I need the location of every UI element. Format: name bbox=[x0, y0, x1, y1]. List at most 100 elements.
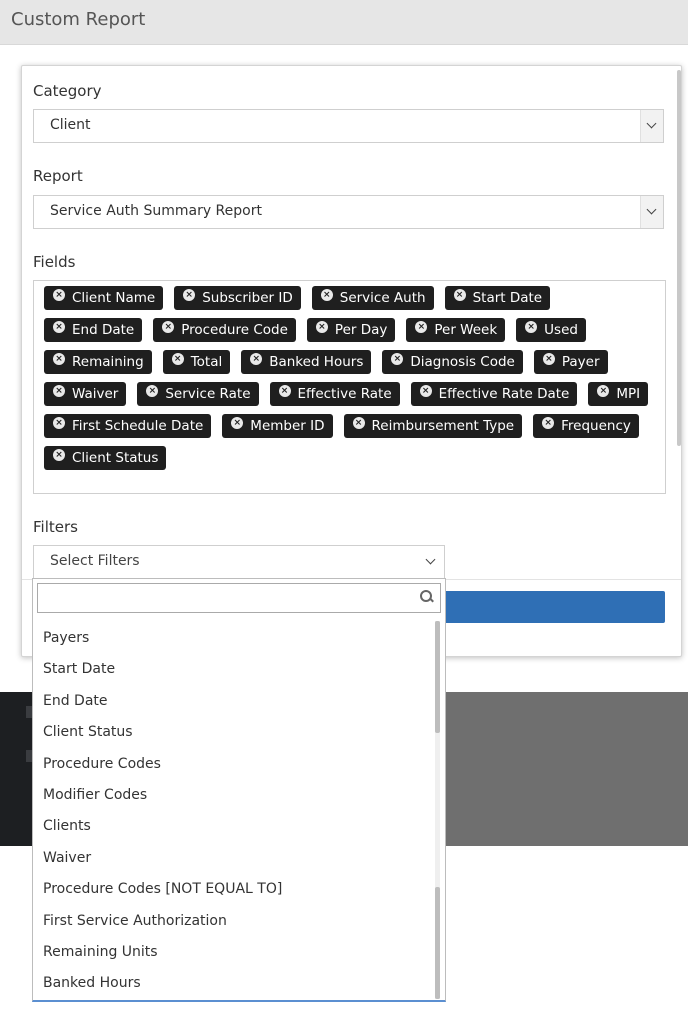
field-tag-label: Waiver bbox=[72, 386, 119, 402]
close-circle-icon[interactable]: × bbox=[419, 385, 432, 397]
close-circle-icon[interactable]: × bbox=[53, 289, 65, 301]
report-value: Service Auth Summary Report bbox=[50, 203, 262, 219]
close-circle-icon[interactable]: × bbox=[542, 353, 555, 365]
field-tag: × Used bbox=[516, 318, 586, 342]
field-tag-label: Per Day bbox=[334, 322, 388, 338]
field-tag-label: Client Status bbox=[72, 450, 159, 466]
field-tag: × Reimbursement Type bbox=[343, 414, 523, 438]
filter-option[interactable]: First Service Authorization bbox=[33, 906, 433, 937]
close-circle-icon[interactable]: × bbox=[146, 385, 159, 397]
submit-button[interactable] bbox=[437, 591, 665, 623]
field-tag-label: Remaining bbox=[72, 354, 144, 370]
close-circle-icon[interactable]: × bbox=[183, 289, 196, 301]
filter-option[interactable]: Procedure Codes [NOT EQUAL TO] bbox=[33, 874, 433, 905]
filter-option[interactable]: Start Date bbox=[33, 654, 433, 685]
field-tag-label: Member ID bbox=[250, 418, 325, 434]
window-header: Custom Report bbox=[0, 0, 688, 45]
close-circle-icon[interactable]: × bbox=[391, 353, 404, 365]
field-tag: × Banked Hours bbox=[241, 350, 372, 374]
filter-option[interactable]: Waiver bbox=[33, 843, 433, 874]
field-tag: × Client Status bbox=[44, 446, 167, 470]
report-dropdown-toggle[interactable] bbox=[640, 196, 663, 228]
field-tag-label: Subscriber ID bbox=[202, 290, 293, 306]
filters-dropdown: Payers Start Date End Date Client Status Pro… bbox=[32, 578, 446, 1002]
field-tag-label: Procedure Code bbox=[181, 322, 288, 338]
close-circle-icon[interactable]: × bbox=[415, 321, 428, 333]
close-circle-icon[interactable]: × bbox=[250, 353, 263, 365]
filter-option[interactable]: Modifier Codes bbox=[33, 780, 433, 811]
field-tag: × Per Day bbox=[306, 318, 396, 342]
close-circle-icon[interactable]: × bbox=[320, 289, 333, 301]
category-label: Category bbox=[33, 82, 102, 100]
chevron-down-icon bbox=[646, 118, 657, 129]
filter-option[interactable]: Banked Hours bbox=[33, 968, 433, 999]
filters-select[interactable]: Select Filters bbox=[33, 545, 445, 579]
close-circle-icon[interactable]: × bbox=[162, 321, 175, 333]
filter-option[interactable]: Clients bbox=[33, 811, 433, 842]
field-tag-label: Diagnosis Code bbox=[410, 354, 515, 370]
report-form-panel: Category Client Report Service Auth Summ… bbox=[21, 65, 682, 657]
background-sidebar bbox=[0, 692, 36, 846]
filters-placeholder: Select Filters bbox=[50, 553, 140, 569]
fields-label: Fields bbox=[33, 253, 76, 271]
filter-option[interactable]: End Date bbox=[33, 686, 433, 717]
close-circle-icon[interactable]: × bbox=[171, 353, 184, 365]
window-title: Custom Report bbox=[11, 9, 146, 30]
panel-scrollbar[interactable] bbox=[677, 70, 681, 446]
close-circle-icon[interactable]: × bbox=[352, 417, 365, 429]
report-select[interactable]: Service Auth Summary Report bbox=[33, 195, 664, 229]
field-tag-label: Service Rate bbox=[165, 386, 251, 402]
field-tag-label: Per Week bbox=[434, 322, 498, 338]
field-tag-label: Used bbox=[544, 322, 578, 338]
close-circle-icon[interactable]: × bbox=[53, 321, 65, 333]
field-tag: × Frequency bbox=[533, 414, 639, 438]
field-tag-label: Frequency bbox=[561, 418, 631, 434]
category-value: Client bbox=[50, 117, 91, 133]
close-circle-icon[interactable]: × bbox=[542, 417, 555, 429]
filter-option[interactable]: Remaining Units bbox=[33, 937, 433, 968]
close-circle-icon[interactable]: × bbox=[597, 385, 610, 397]
close-circle-icon[interactable]: × bbox=[278, 385, 291, 397]
field-tag: × Waiver bbox=[44, 382, 127, 406]
filter-option[interactable]: Procedure Codes bbox=[33, 749, 433, 780]
filters-label: Filters bbox=[33, 518, 78, 536]
field-tag: × MPI bbox=[588, 382, 649, 406]
filters-search-input[interactable] bbox=[37, 583, 441, 613]
filters-options-list: Payers Start Date End Date Client Status Pro… bbox=[33, 623, 433, 1000]
category-select[interactable]: Client bbox=[33, 109, 664, 143]
field-tag: × Per Week bbox=[406, 318, 506, 342]
close-circle-icon[interactable]: × bbox=[53, 353, 65, 365]
close-circle-icon[interactable]: × bbox=[231, 417, 244, 429]
field-tag: × Total bbox=[162, 350, 231, 374]
close-circle-icon[interactable]: × bbox=[53, 449, 65, 461]
field-tag: × Service Rate bbox=[137, 382, 259, 406]
close-circle-icon[interactable]: × bbox=[53, 385, 65, 397]
field-tag-label: Start Date bbox=[472, 290, 543, 306]
field-tag-label: MPI bbox=[616, 386, 641, 402]
field-tag: × Subscriber ID bbox=[174, 286, 301, 310]
field-tag-label: Effective Rate bbox=[297, 386, 392, 402]
field-tag: × Payer bbox=[533, 350, 608, 374]
chevron-down-icon bbox=[425, 554, 436, 565]
field-tag-label: First Schedule Date bbox=[72, 418, 204, 434]
close-circle-icon[interactable]: × bbox=[525, 321, 538, 333]
field-tag: × Procedure Code bbox=[153, 318, 296, 342]
fields-multiselect[interactable]: × Client Name × Subscriber ID × Service Auth ×… bbox=[33, 280, 666, 494]
field-tag: × Member ID bbox=[222, 414, 333, 438]
category-dropdown-toggle[interactable] bbox=[640, 110, 663, 142]
field-tag: × Diagnosis Code bbox=[382, 350, 523, 374]
close-circle-icon[interactable]: × bbox=[453, 289, 466, 301]
field-tag: × Remaining bbox=[44, 350, 152, 374]
field-tag: × Effective Rate Date bbox=[410, 382, 578, 406]
field-tag: × Effective Rate bbox=[269, 382, 400, 406]
close-circle-icon[interactable]: × bbox=[315, 321, 328, 333]
field-tag-label: Total bbox=[190, 354, 223, 370]
filter-option[interactable]: Client Status bbox=[33, 717, 433, 748]
dropdown-scrollbar-thumb[interactable] bbox=[435, 887, 440, 999]
field-tag-label: Banked Hours bbox=[269, 354, 364, 370]
close-circle-icon[interactable]: × bbox=[53, 417, 65, 429]
field-tag-list: × Client Name × Subscriber ID × Service Auth ×… bbox=[44, 286, 656, 470]
search-icon bbox=[420, 590, 434, 604]
filter-option[interactable]: Payers bbox=[33, 623, 433, 654]
dropdown-scrollbar-thumb[interactable] bbox=[435, 621, 440, 733]
